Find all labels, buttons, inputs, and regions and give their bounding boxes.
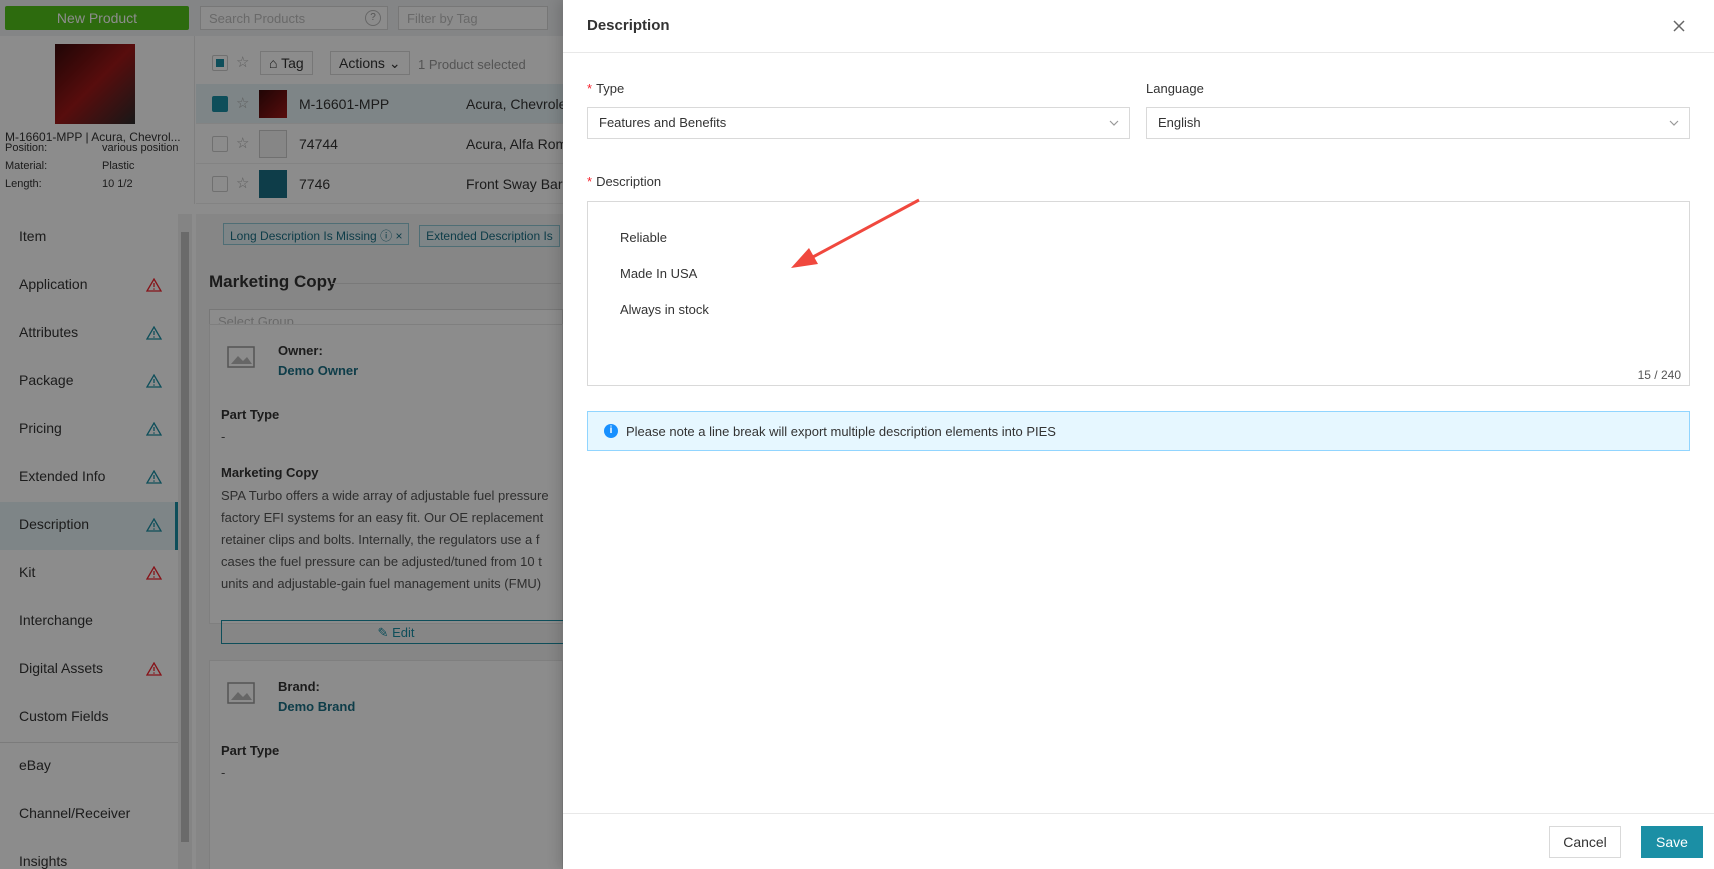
language-select[interactable]: English — [1146, 107, 1690, 139]
character-counter: 15 / 240 — [1637, 368, 1681, 382]
type-label: Type — [596, 81, 625, 96]
description-textarea[interactable]: Reliable Made In USA Always in stock 15 … — [587, 201, 1690, 386]
drawer-footer: Cancel Save — [563, 813, 1714, 869]
modal-overlay[interactable] — [0, 0, 563, 869]
drawer-title: Description — [587, 17, 670, 34]
description-drawer: Description * Type Features and Benefits … — [563, 0, 1714, 869]
chevron-down-icon — [1109, 120, 1119, 126]
required-mark: * — [587, 81, 593, 96]
language-value: English — [1158, 115, 1201, 130]
drawer-header: Description — [563, 0, 1714, 53]
description-line: Always in stock — [620, 302, 709, 317]
save-button[interactable]: Save — [1641, 826, 1703, 858]
type-select[interactable]: Features and Benefits — [587, 107, 1130, 139]
cancel-button[interactable]: Cancel — [1549, 826, 1621, 858]
close-icon[interactable] — [1668, 15, 1690, 37]
info-alert-text: Please note a line break will export mul… — [626, 424, 1056, 439]
info-alert: i Please note a line break will export m… — [587, 411, 1690, 451]
description-field-label: * Description — [587, 174, 661, 189]
language-field-label: Language — [1146, 81, 1204, 96]
description-line: Reliable — [620, 230, 667, 245]
description-label: Description — [596, 174, 662, 189]
type-field-label: * Type — [587, 81, 624, 96]
type-value: Features and Benefits — [599, 115, 727, 130]
chevron-down-icon — [1669, 120, 1679, 126]
required-mark: * — [587, 174, 593, 189]
description-line: Made In USA — [620, 266, 698, 281]
info-icon: i — [604, 424, 618, 438]
